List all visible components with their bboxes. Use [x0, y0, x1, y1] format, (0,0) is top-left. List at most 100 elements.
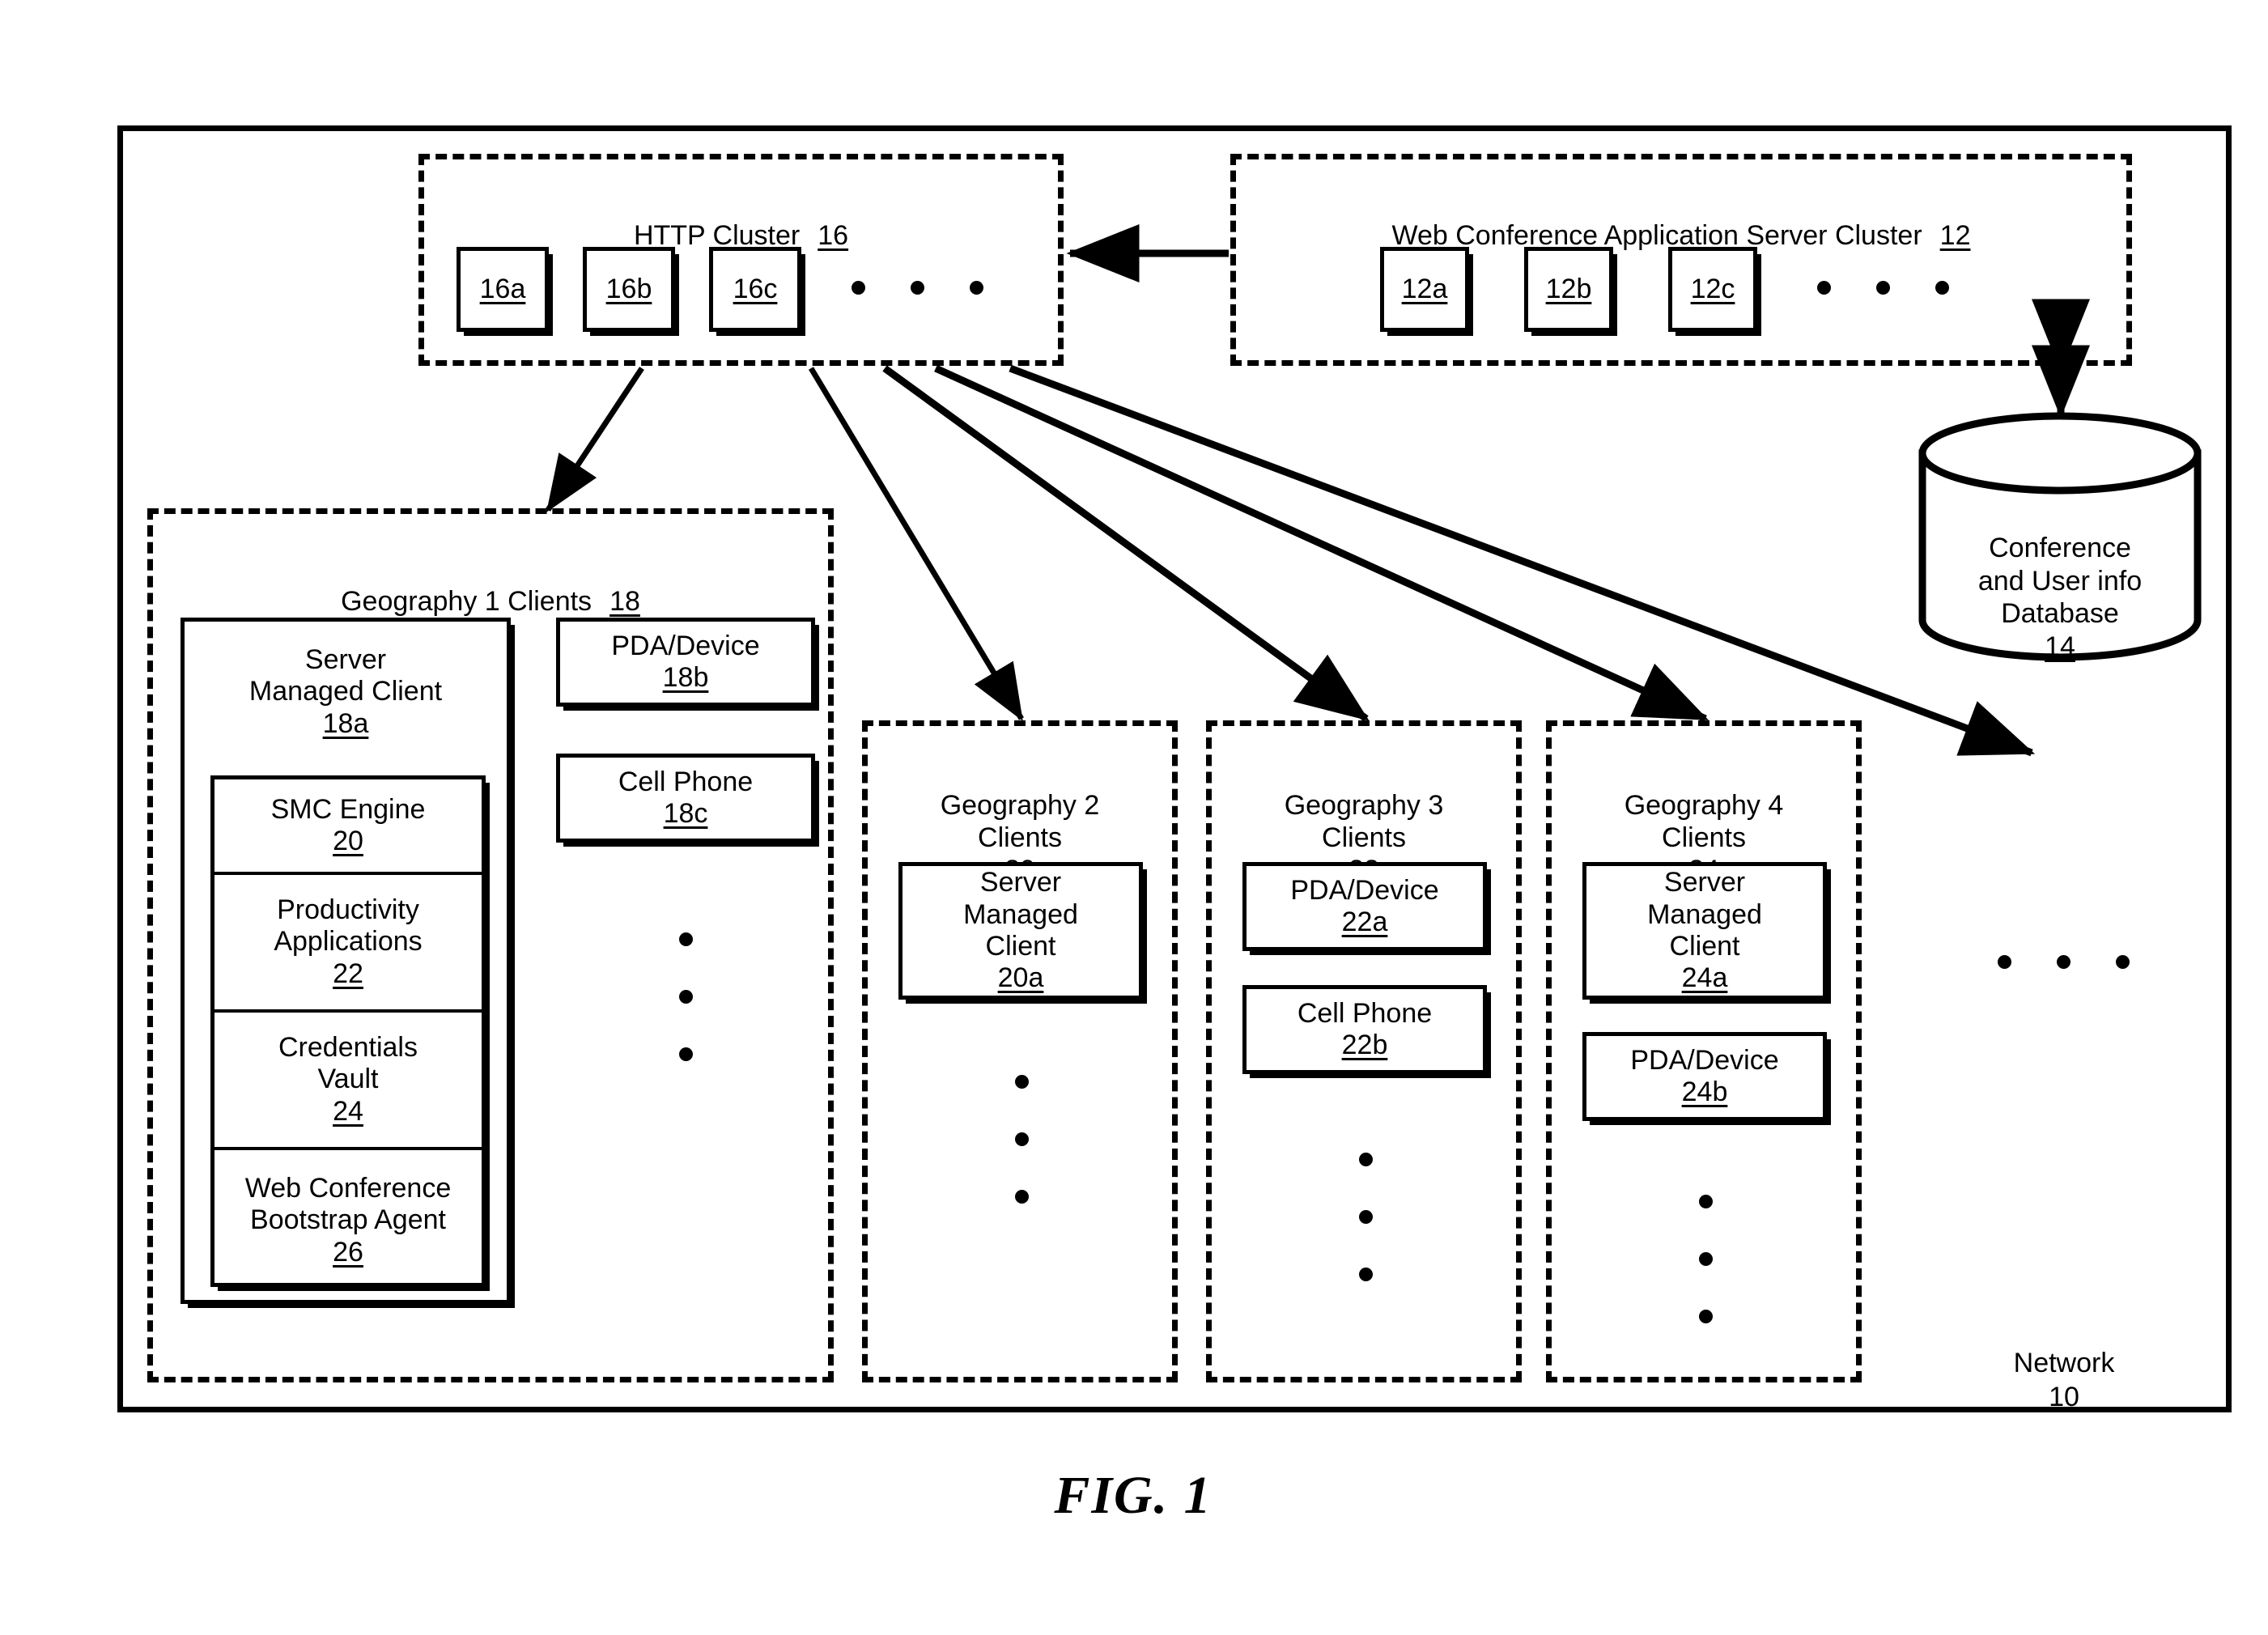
database-ref: 14 — [2045, 631, 2075, 663]
geography-1-device-ellipsis — [679, 911, 693, 1083]
geography-2-clients-group: Geography 2 Clients 20 Server Managed Cl… — [862, 720, 1178, 1382]
ellipsis-dot — [1998, 955, 2011, 969]
figure-caption: FIG. 1 — [1054, 1466, 1213, 1525]
pda-device-22a-label: PDA/Device — [1290, 874, 1439, 906]
app-server-cluster-ref: 12 — [1939, 220, 1971, 252]
pda-device-24b[interactable]: PDA/Device 24b — [1582, 1032, 1827, 1121]
network-label: Network 10 — [1959, 1311, 2169, 1449]
ellipsis-dot — [1015, 1075, 1029, 1089]
geography-4-clients-group: Geography 4 Clients 24 Server Managed Cl… — [1546, 720, 1862, 1382]
app-server-cluster-group: Web Conference Application Server Cluste… — [1230, 154, 2132, 366]
cell-phone-18c[interactable]: Cell Phone 18c — [556, 754, 815, 843]
network-label-text: Network — [2013, 1347, 2115, 1378]
http-cluster-ref: 16 — [818, 220, 849, 252]
geography-1-title: Geography 1 Clients 18 — [153, 553, 828, 618]
pda-device-18b-ref: 18b — [662, 662, 709, 693]
server-managed-client-18a-ref: 18a — [322, 707, 369, 739]
geography-4-device-ellipsis — [1699, 1173, 1713, 1345]
geography-3-device-ellipsis — [1359, 1131, 1373, 1303]
app-server-node-12b[interactable]: 12b — [1524, 247, 1613, 332]
pda-device-18b-label: PDA/Device — [611, 630, 760, 661]
geography-4-title-text: Geography 4 Clients — [1624, 790, 1784, 854]
app-server-node-12c[interactable]: 12c — [1668, 247, 1757, 332]
http-node-16b-label: 16b — [605, 273, 652, 304]
web-conference-bootstrap-agent-module[interactable]: Web Conference Bootstrap Agent 26 — [214, 1150, 482, 1291]
database-label-text: Conference and User info Database — [1977, 532, 2143, 630]
network-ref: 10 — [2049, 1382, 2079, 1412]
cell-phone-22b[interactable]: Cell Phone 22b — [1242, 985, 1487, 1074]
ellipsis-dot — [1359, 1210, 1373, 1224]
ellipsis-dot — [852, 281, 865, 295]
pda-device-24b-label: PDA/Device — [1630, 1044, 1779, 1076]
ellipsis-dot — [911, 281, 924, 295]
web-conference-bootstrap-agent-ref: 26 — [333, 1236, 363, 1268]
server-managed-client-18a[interactable]: Server Managed Client 18a SMC Engine 20 … — [181, 618, 511, 1304]
http-node-16b[interactable]: 16b — [583, 247, 675, 332]
geography-1-ref: 18 — [609, 586, 640, 618]
ellipsis-dot — [2057, 955, 2071, 969]
app-server-node-12a[interactable]: 12a — [1380, 247, 1469, 332]
ellipsis-dot — [1699, 1195, 1713, 1208]
geography-1-title-text: Geography 1 Clients — [341, 586, 592, 618]
ellipsis-dot — [1015, 1132, 1029, 1146]
pda-device-22a[interactable]: PDA/Device 22a — [1242, 862, 1487, 951]
ellipsis-dot — [2116, 955, 2130, 969]
smc-engine-label: SMC Engine — [270, 793, 426, 825]
ellipsis-dot — [1699, 1252, 1713, 1266]
ellipsis-dot — [679, 932, 693, 946]
http-node-16a[interactable]: 16a — [457, 247, 549, 332]
ellipsis-dot — [679, 1047, 693, 1061]
ellipsis-dot — [1015, 1190, 1029, 1204]
productivity-applications-label: Productivity Applications — [274, 894, 423, 958]
app-server-node-12b-label: 12b — [1545, 273, 1592, 304]
ellipsis-dot — [970, 281, 983, 295]
smc-engine-ref: 20 — [333, 826, 363, 856]
pda-device-22a-ref: 22a — [1341, 907, 1388, 937]
app-server-node-12a-label: 12a — [1401, 273, 1448, 304]
app-server-cluster-title-text: Web Conference Application Server Cluste… — [1391, 220, 1922, 252]
web-conference-bootstrap-agent-label: Web Conference Bootstrap Agent — [244, 1172, 452, 1236]
credentials-vault-label: Credentials Vault — [278, 1031, 418, 1095]
server-managed-client-20a-ref: 20a — [997, 962, 1044, 994]
credentials-vault-module[interactable]: Credentials Vault 24 — [214, 1013, 482, 1150]
cell-phone-22b-label: Cell Phone — [1297, 997, 1433, 1029]
productivity-applications-ref: 22 — [333, 958, 363, 989]
server-managed-client-18a-label: Server Managed Client — [248, 644, 443, 707]
credentials-vault-ref: 24 — [333, 1095, 363, 1127]
geography-groups-ellipsis — [1975, 955, 2152, 969]
cell-phone-18c-label: Cell Phone — [618, 766, 754, 797]
server-managed-client-24a-label: Server Managed Client — [1647, 867, 1762, 962]
database-label: Conference and User info Database 14 — [1918, 499, 2202, 697]
pda-device-24b-ref: 24b — [1681, 1077, 1728, 1107]
geography-3-title-text: Geography 3 Clients — [1284, 790, 1444, 854]
http-node-16a-label: 16a — [479, 273, 526, 304]
http-cluster-ellipsis — [829, 281, 1006, 295]
http-cluster-title: HTTP Cluster 16 — [424, 187, 1058, 252]
geography-3-clients-group: Geography 3 Clients 22 PDA/Device 22a Ce… — [1206, 720, 1522, 1382]
ellipsis-dot — [1935, 281, 1949, 295]
app-server-cluster-ellipsis — [1794, 281, 1972, 295]
ellipsis-dot — [1876, 281, 1890, 295]
ellipsis-dot — [679, 990, 693, 1004]
pda-device-18b[interactable]: PDA/Device 18b — [556, 618, 815, 707]
http-node-16c[interactable]: 16c — [709, 247, 801, 332]
smc-engine-module[interactable]: SMC Engine 20 — [214, 779, 482, 875]
server-managed-client-20a[interactable]: Server Managed Client 20a — [898, 862, 1143, 1000]
geography-2-device-ellipsis — [1015, 1053, 1029, 1225]
http-cluster-group: HTTP Cluster 16 16a 16b 16c — [418, 154, 1064, 366]
ellipsis-dot — [1359, 1153, 1373, 1166]
cell-phone-22b-ref: 22b — [1341, 1030, 1388, 1060]
server-managed-client-24a[interactable]: Server Managed Client 24a — [1582, 862, 1827, 1000]
productivity-applications-module[interactable]: Productivity Applications 22 — [214, 875, 482, 1013]
ellipsis-dot — [1817, 281, 1831, 295]
smc-module-stack: SMC Engine 20 Productivity Applications … — [210, 775, 486, 1287]
ellipsis-dot — [1359, 1268, 1373, 1281]
http-node-16c-label: 16c — [733, 273, 778, 304]
app-server-node-12c-label: 12c — [1690, 273, 1735, 304]
ellipsis-dot — [1699, 1310, 1713, 1323]
geography-1-clients-group: Geography 1 Clients 18 Server Managed Cli… — [147, 508, 834, 1382]
figure-canvas: HTTP Cluster 16 16a 16b 16c Web Conferenc… — [0, 0, 2268, 1635]
geography-2-title-text: Geography 2 Clients — [940, 790, 1100, 854]
conference-user-database: Conference and User info Database 14 — [1918, 411, 2202, 662]
app-server-cluster-title: Web Conference Application Server Cluste… — [1236, 187, 2126, 252]
